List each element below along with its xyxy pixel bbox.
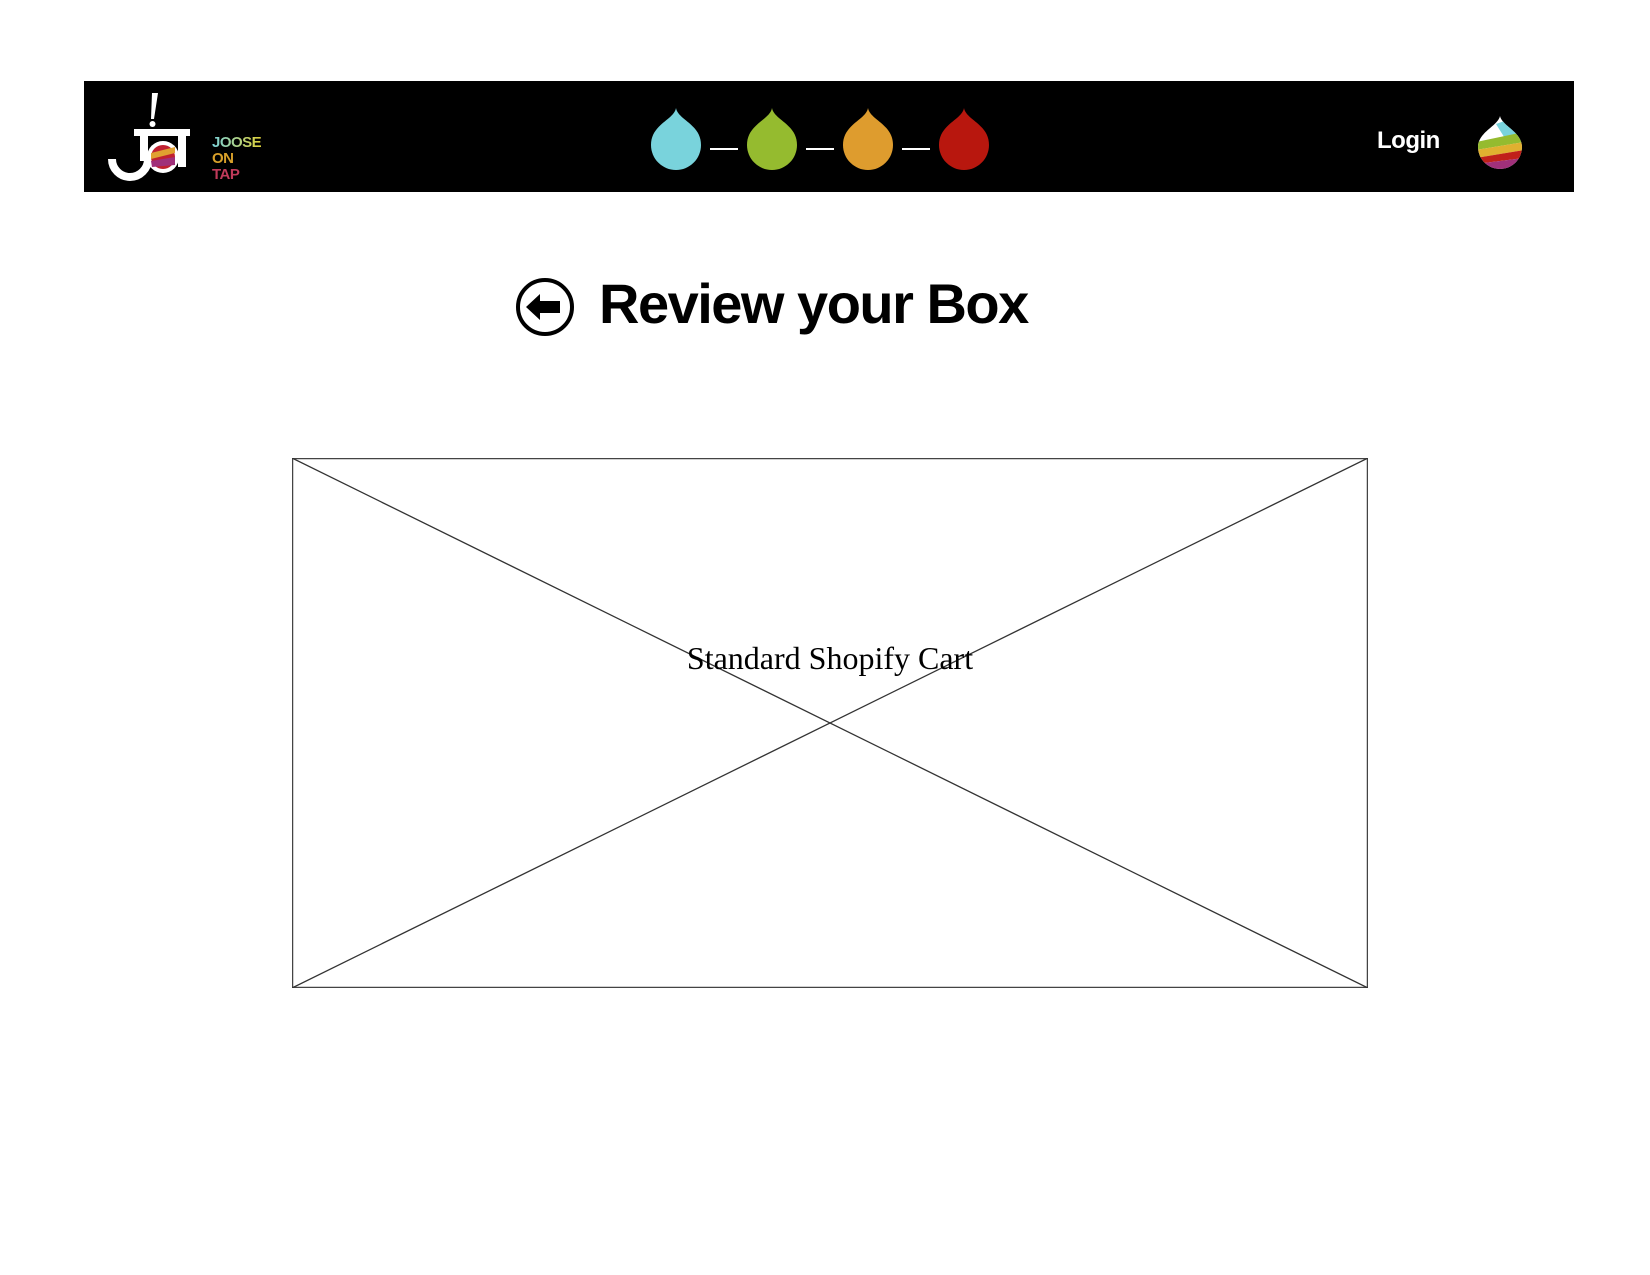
step-2-drop-icon[interactable]	[747, 108, 797, 170]
placeholder-label: Standard Shopify Cart	[686, 640, 974, 676]
step-connector	[902, 148, 930, 150]
joose-on-tap-logo[interactable]: JOOSE ON TAP	[106, 89, 266, 184]
rainbow-drop-icon[interactable]	[1476, 114, 1524, 170]
header-banner: JOOSE ON TAP Login	[84, 81, 1574, 192]
logo-word-tap: TAP	[212, 166, 240, 183]
login-link[interactable]: Login	[1377, 127, 1440, 155]
step-3-drop-icon[interactable]	[843, 108, 893, 170]
step-connector	[710, 148, 738, 150]
jot-monogram-icon	[108, 93, 190, 181]
cart-placeholder: Standard Shopify Cart	[292, 458, 1368, 988]
page-title: Review your Box	[599, 272, 1029, 335]
logo-word-on: ON	[212, 150, 234, 167]
logo-wordmark: JOOSE ON TAP	[212, 134, 262, 183]
step-1-drop-icon[interactable]	[651, 108, 701, 170]
back-arrow-circle-icon[interactable]	[514, 275, 576, 339]
logo-word-joose: JOOSE	[212, 134, 262, 151]
step-connector	[806, 148, 834, 150]
step-4-drop-icon[interactable]	[939, 108, 989, 170]
